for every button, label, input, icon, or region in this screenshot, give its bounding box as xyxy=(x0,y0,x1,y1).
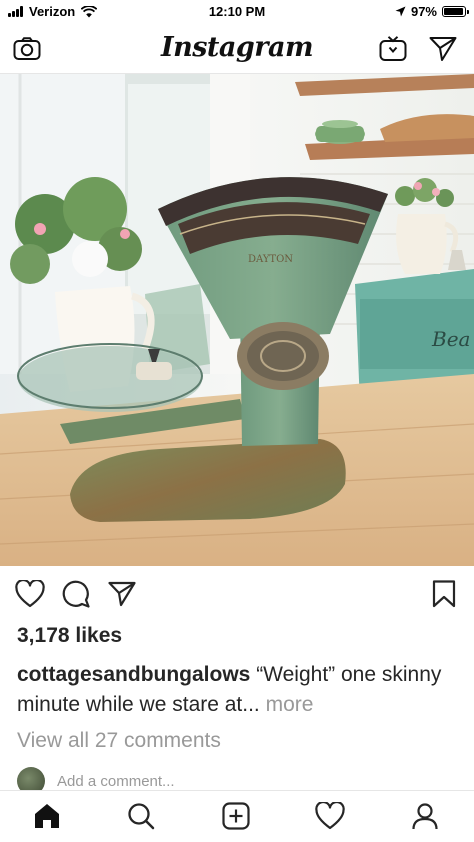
post-photo[interactable]: Bea DAYTON xyxy=(0,74,474,566)
add-comment-input[interactable]: Add a comment... xyxy=(57,773,175,790)
post-caption: cottagesandbungalows “Weight” one skinny… xyxy=(17,660,462,720)
activity-heart-icon[interactable] xyxy=(313,799,347,833)
direct-message-icon[interactable] xyxy=(428,34,458,64)
status-bar: Verizon 12:10 PM 97% xyxy=(0,0,474,24)
location-arrow-icon xyxy=(395,6,406,17)
view-comments-link[interactable]: View all 27 comments xyxy=(17,729,221,753)
caption-more-link[interactable]: more xyxy=(266,693,314,716)
caption-username[interactable]: cottagesandbungalows xyxy=(17,663,250,686)
bottom-tab-bar xyxy=(0,790,474,842)
share-icon[interactable] xyxy=(106,578,138,610)
igtv-icon[interactable] xyxy=(378,34,408,64)
search-icon[interactable] xyxy=(124,799,158,833)
post-actions xyxy=(0,574,474,614)
new-post-icon[interactable] xyxy=(219,799,253,833)
heart-icon[interactable] xyxy=(14,578,46,610)
app-header: Instagram xyxy=(0,24,474,74)
like-count[interactable]: 3,178 likes xyxy=(17,624,122,648)
bookmark-icon[interactable] xyxy=(428,578,460,610)
svg-text:DAYTON: DAYTON xyxy=(248,254,293,265)
battery-icon xyxy=(442,6,469,17)
svg-text:Bea: Bea xyxy=(431,327,470,351)
comment-icon[interactable] xyxy=(60,578,92,610)
battery-percent: 97% xyxy=(410,4,437,19)
home-icon[interactable] xyxy=(30,799,64,833)
profile-icon[interactable] xyxy=(408,799,442,833)
